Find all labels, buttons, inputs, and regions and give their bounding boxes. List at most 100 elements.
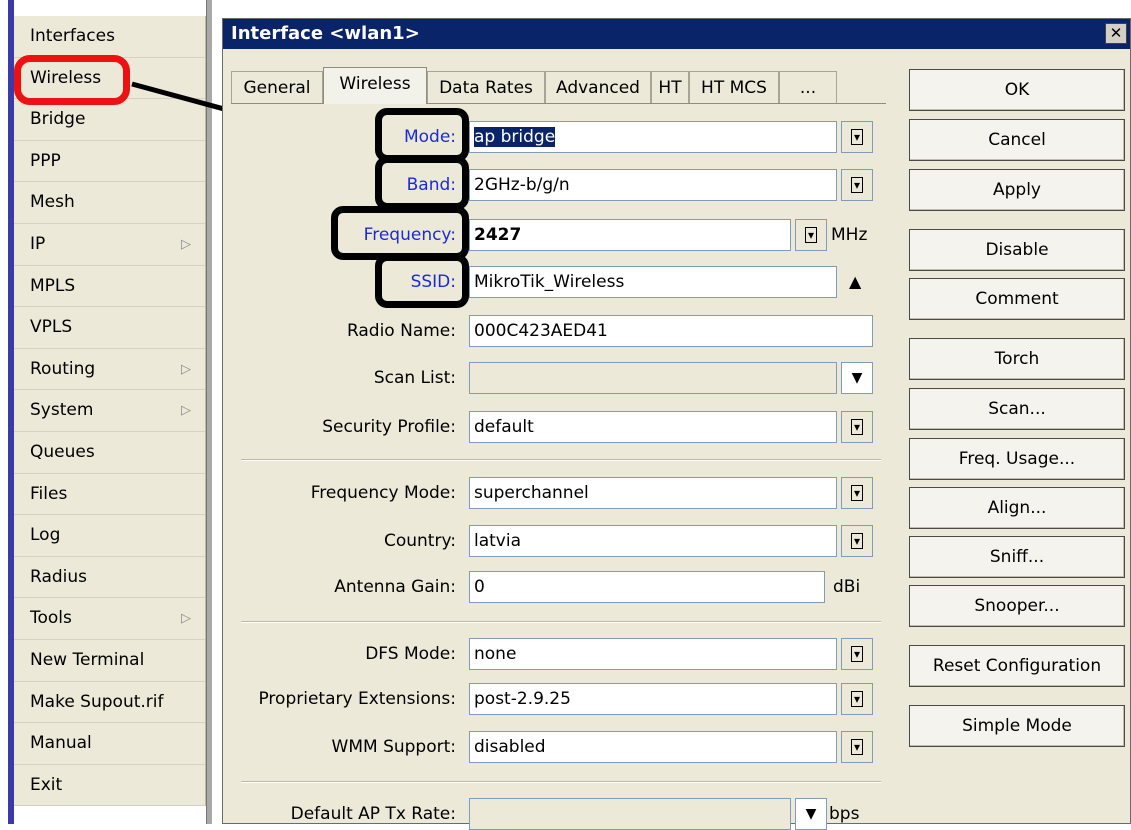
separator <box>241 781 881 783</box>
band-dropdown-icon[interactable]: ▾ <box>841 169 873 201</box>
scan-button[interactable]: Scan... <box>909 388 1125 430</box>
sidebar-item-interfaces[interactable]: Interfaces <box>14 16 205 58</box>
mode-dropdown-icon[interactable]: ▾ <box>841 121 873 153</box>
sidebar-item-ip[interactable]: IP ▷ <box>14 224 205 266</box>
sidebar-item-label: PPP <box>30 150 61 171</box>
country-dropdown-icon[interactable]: ▾ <box>841 525 873 557</box>
comment-button[interactable]: Comment <box>909 278 1125 320</box>
close-icon[interactable]: ✕ <box>1105 23 1127 44</box>
sidebar-item-bridge[interactable]: Bridge <box>14 99 205 141</box>
simple-mode-button[interactable]: Simple Mode <box>909 705 1125 747</box>
snooper-button[interactable]: Snooper... <box>909 585 1125 627</box>
sidebar-item-routing[interactable]: Routing ▷ <box>14 349 205 391</box>
sidebar-item-tools[interactable]: Tools ▷ <box>14 598 205 640</box>
sidebar-menu: Interfaces Wireless Bridge PPP Mesh IP ▷ MPLS VP… <box>0 0 210 824</box>
country-row: Country: latvia ▾ <box>231 525 886 557</box>
align-button[interactable]: Align... <box>909 487 1125 529</box>
submenu-arrow-icon: ▷ <box>181 611 191 627</box>
security-profile-dropdown-icon[interactable]: ▾ <box>841 411 873 443</box>
dfs-mode-label: DFS Mode: <box>365 644 456 664</box>
tab-ht[interactable]: HT <box>651 71 689 103</box>
sniff-button[interactable]: Sniff... <box>909 536 1125 578</box>
dfs-mode-dropdown-icon[interactable]: ▾ <box>841 638 873 670</box>
sidebar-item-log[interactable]: Log <box>14 515 205 557</box>
frequency-dropdown-icon[interactable]: ▾ <box>795 219 827 251</box>
wmm-support-row: WMM Support: disabled ▾ <box>231 731 886 763</box>
sidebar-item-label: Mesh <box>30 192 75 213</box>
default-ap-tx-rate-input[interactable] <box>469 798 791 830</box>
collapse-icon[interactable]: ▲ <box>849 266 861 298</box>
sidebar-item-label: Exit <box>30 774 63 795</box>
frequency-label: Frequency: <box>363 225 456 245</box>
sidebar-item-label: IP <box>30 233 46 254</box>
frequency-mode-dropdown-icon[interactable]: ▾ <box>841 477 873 509</box>
default-ap-tx-rate-unit: bps <box>829 804 860 824</box>
sidebar-item-ppp[interactable]: PPP <box>14 141 205 183</box>
sidebar-item-wireless[interactable]: Wireless <box>14 58 205 100</box>
tab-data-rates[interactable]: Data Rates <box>427 71 545 103</box>
tab-advanced[interactable]: Advanced <box>545 71 651 103</box>
separator <box>241 621 881 623</box>
tab-wireless[interactable]: Wireless <box>323 67 427 104</box>
sidebar-item-new-terminal[interactable]: New Terminal <box>14 640 205 682</box>
sidebar-item-make-supout-rif[interactable]: Make Supout.rif <box>14 682 205 724</box>
ok-button[interactable]: OK <box>909 69 1125 111</box>
wmm-support-dropdown-icon[interactable]: ▾ <box>841 731 873 763</box>
band-select[interactable]: 2GHz-b/g/n <box>469 169 837 201</box>
dialog-titlebar[interactable]: Interface <wlan1> ✕ <box>223 19 1130 49</box>
antenna-gain-input[interactable]: 0 <box>469 571 825 603</box>
proprietary-extensions-label: Proprietary Extensions: <box>258 689 456 709</box>
radio-name-row: Radio Name: 000C423AED41 <box>231 315 886 347</box>
scan-list-row: Scan List: ▼ <box>231 362 886 394</box>
scan-list-input[interactable] <box>469 362 837 394</box>
dfs-mode-select[interactable]: none <box>469 638 837 670</box>
proprietary-extensions-dropdown-icon[interactable]: ▾ <box>841 683 873 715</box>
sidebar-item-radius[interactable]: Radius <box>14 557 205 599</box>
sidebar-item-label: Routing <box>30 358 96 379</box>
sidebar-item-label: Bridge <box>30 109 86 130</box>
wmm-support-select[interactable]: disabled <box>469 731 837 763</box>
sidebar-item-manual[interactable]: Manual <box>14 723 205 765</box>
dfs-mode-row: DFS Mode: none ▾ <box>231 638 886 670</box>
sidebar-item-queues[interactable]: Queues <box>14 432 205 474</box>
band-row: Band: 2GHz-b/g/n ▾ <box>231 169 886 201</box>
tab-general[interactable]: General <box>231 71 323 103</box>
mode-select[interactable]: ap bridge <box>469 121 837 153</box>
security-profile-select[interactable]: default <box>469 411 837 443</box>
apply-button[interactable]: Apply <box>909 169 1125 211</box>
frequency-mode-row: Frequency Mode: superchannel ▾ <box>231 477 886 509</box>
sidebar-splitter[interactable] <box>206 0 212 824</box>
reset-configuration-button[interactable]: Reset Configuration <box>909 645 1125 687</box>
frequency-input[interactable]: 2427 <box>469 219 791 251</box>
sidebar-item-exit[interactable]: Exit <box>14 765 205 807</box>
freq-usage-button[interactable]: Freq. Usage... <box>909 438 1125 480</box>
default-ap-tx-rate-dropdown-icon[interactable]: ▼ <box>795 798 827 830</box>
sidebar-item-label: MPLS <box>30 275 76 296</box>
cancel-button[interactable]: Cancel <box>909 119 1125 161</box>
tab-ht-mcs[interactable]: HT MCS <box>689 71 779 103</box>
proprietary-extensions-select[interactable]: post-2.9.25 <box>469 683 837 715</box>
frequency-unit: MHz <box>831 225 868 245</box>
separator <box>241 459 881 461</box>
tab-more[interactable]: ... <box>779 71 837 103</box>
sidebar-item-label: Wireless <box>30 67 102 88</box>
frequency-mode-label: Frequency Mode: <box>310 483 456 503</box>
disable-button[interactable]: Disable <box>909 229 1125 271</box>
scan-list-dropdown-icon[interactable]: ▼ <box>841 362 873 394</box>
torch-button[interactable]: Torch <box>909 338 1125 380</box>
sidebar-item-files[interactable]: Files <box>14 474 205 516</box>
ssid-label: SSID: <box>410 272 456 292</box>
ssid-input[interactable]: MikroTik_Wireless <box>469 266 837 298</box>
country-select[interactable]: latvia <box>469 525 837 557</box>
sidebar-item-label: System <box>30 400 94 421</box>
radio-name-input[interactable]: 000C423AED41 <box>469 315 873 347</box>
sidebar-item-label: New Terminal <box>30 649 145 670</box>
sidebar-item-mesh[interactable]: Mesh <box>14 182 205 224</box>
default-ap-tx-rate-row: Default AP Tx Rate: ▼ bps <box>231 798 886 830</box>
sidebar-item-mpls[interactable]: MPLS <box>14 266 205 308</box>
sidebar-item-vpls[interactable]: VPLS <box>14 307 205 349</box>
sidebar-item-system[interactable]: System ▷ <box>14 390 205 432</box>
radio-name-label: Radio Name: <box>346 321 456 341</box>
frequency-mode-select[interactable]: superchannel <box>469 477 837 509</box>
sidebar-item-label: Files <box>30 483 68 504</box>
